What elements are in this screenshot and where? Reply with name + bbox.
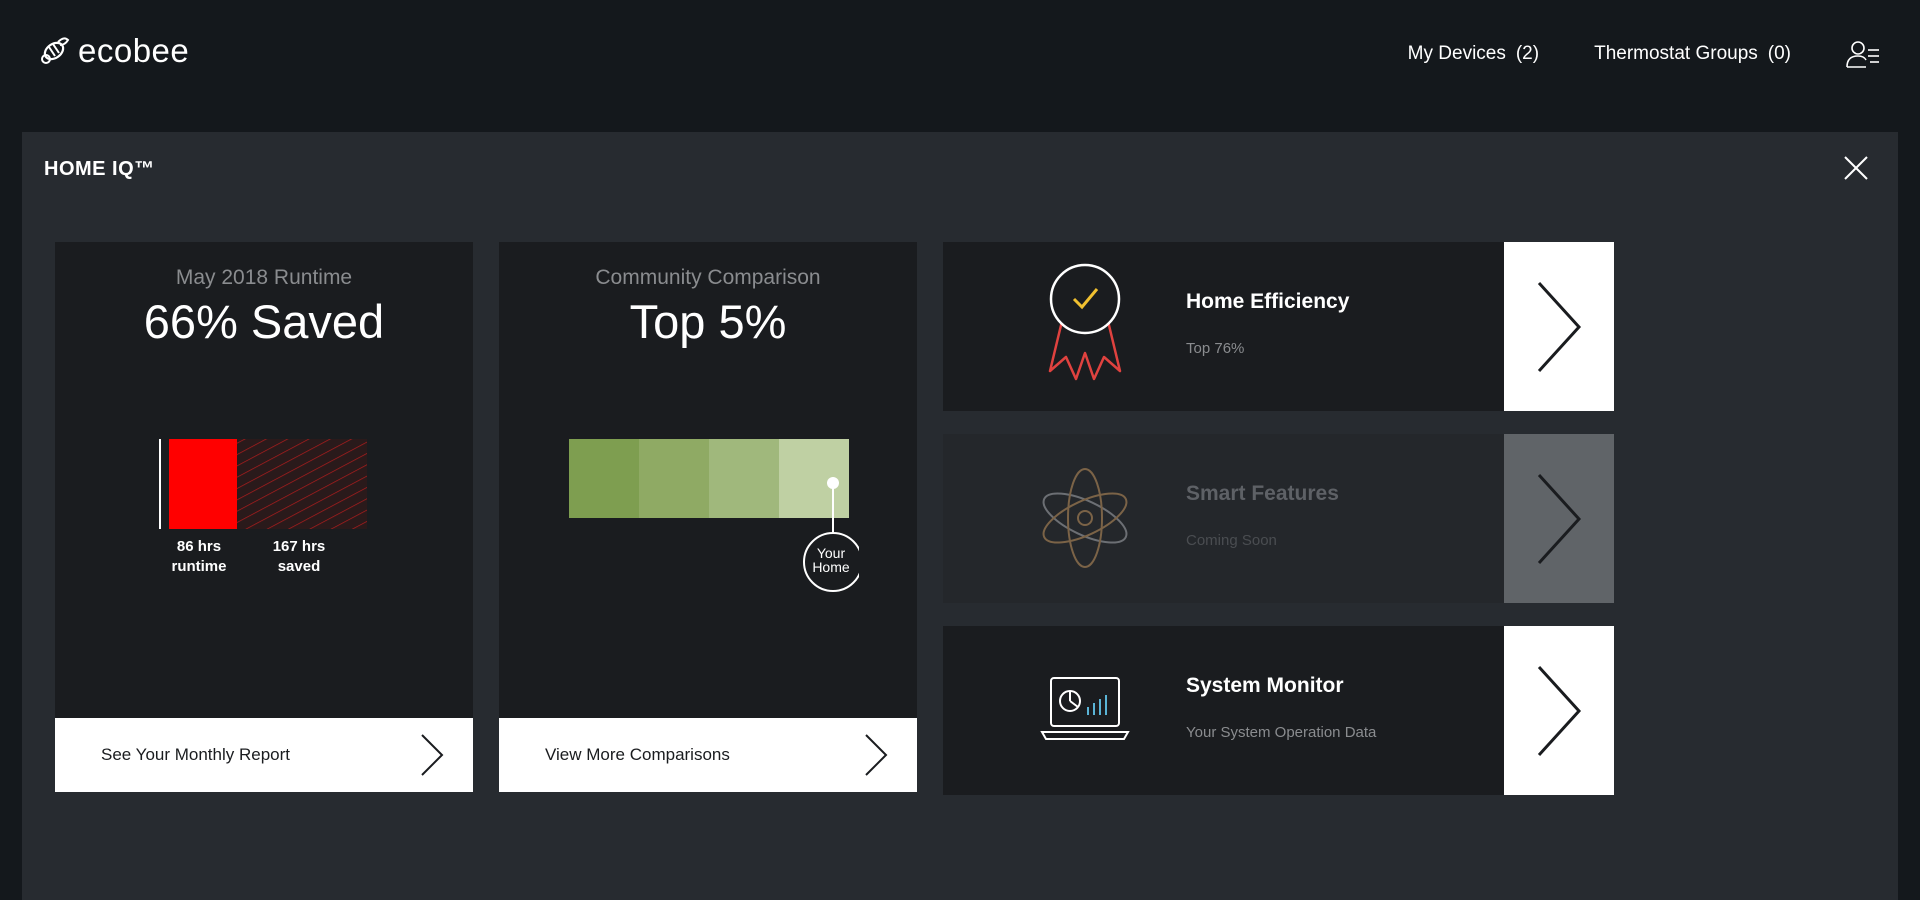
- ecobee-logo[interactable]: ecobee: [38, 32, 189, 70]
- user-menu-icon[interactable]: [1846, 40, 1880, 68]
- system-monitor-row[interactable]: System Monitor Your System Operation Dat…: [943, 626, 1614, 795]
- chevron-right-icon: [1537, 665, 1582, 756]
- community-card-label: Community Comparison: [595, 266, 821, 289]
- thermostat-groups-label: Thermostat Groups: [1594, 43, 1758, 64]
- saved-bar: [237, 439, 367, 529]
- saved-hours-word: saved: [277, 558, 321, 575]
- home-efficiency-arrow-button[interactable]: [1504, 242, 1614, 411]
- brand-name: ecobee: [78, 32, 190, 69]
- thermostat-groups-count: (0): [1767, 43, 1791, 64]
- runtime-hours-label: 86 hrs runtime: [149, 537, 249, 577]
- close-icon[interactable]: [1842, 154, 1870, 182]
- home-iq-panel: HOME IQ™ May 2018 Runtime 66% Saved 86 h…: [22, 132, 1898, 900]
- atom-icon: [1042, 468, 1128, 568]
- community-card: Community Comparison Top 5% Your Home Vi…: [499, 242, 917, 792]
- chevron-right-icon: [421, 734, 444, 776]
- system-monitor-arrow-button[interactable]: [1504, 626, 1614, 795]
- smart-features-subtitle: Coming Soon: [1186, 532, 1277, 549]
- runtime-card-value: 66% Saved: [143, 295, 385, 348]
- saved-hours-label: 167 hrs saved: [249, 537, 349, 577]
- system-monitor-title: System Monitor: [1186, 674, 1344, 697]
- community-card-value: Top 5%: [629, 295, 787, 348]
- my-devices-count: (2): [1515, 43, 1540, 64]
- saved-hours-value: 167 hrs: [272, 538, 326, 555]
- runtime-hours-word: runtime: [171, 558, 227, 575]
- system-monitor-subtitle: Your System Operation Data: [1186, 724, 1377, 741]
- view-comparisons-label: View More Comparisons: [545, 745, 730, 764]
- runtime-hours-value: 86 hrs: [176, 538, 222, 555]
- thermostat-groups-link[interactable]: Thermostat Groups (0): [1594, 43, 1791, 65]
- your-home-line1: Your: [816, 545, 846, 561]
- smart-features-title: Smart Features: [1186, 482, 1339, 505]
- view-comparisons-button[interactable]: View More Comparisons: [499, 718, 917, 792]
- chevron-right-icon: [1537, 473, 1582, 564]
- comparison-segment: [709, 439, 779, 518]
- your-home-label: Your Home: [801, 546, 861, 574]
- home-efficiency-title: Home Efficiency: [1186, 290, 1350, 313]
- smart-features-row[interactable]: Smart Features Coming Soon: [943, 434, 1614, 603]
- chevron-right-icon: [865, 734, 888, 776]
- community-comparison-bar: [569, 439, 859, 592]
- runtime-card-label: May 2018 Runtime: [175, 266, 353, 289]
- award-ribbon-icon: [1048, 263, 1122, 381]
- chevron-right-icon: [1537, 281, 1582, 372]
- bee-icon: [41, 37, 70, 64]
- laptop-chart-icon: [1040, 677, 1130, 740]
- my-devices-link[interactable]: My Devices (2): [1408, 43, 1539, 65]
- home-efficiency-subtitle: Top 76%: [1186, 340, 1245, 357]
- runtime-card: May 2018 Runtime 66% Saved 86 hrs runtim…: [55, 242, 473, 792]
- your-home-line2: Home: [812, 559, 850, 575]
- smart-features-arrow-button[interactable]: [1504, 434, 1614, 603]
- comparison-segment: [779, 439, 849, 518]
- monthly-report-label: See Your Monthly Report: [101, 745, 291, 764]
- panel-title: HOME IQ™: [44, 158, 155, 180]
- runtime-bar: [169, 439, 237, 529]
- home-efficiency-row[interactable]: Home Efficiency Top 76%: [943, 242, 1614, 411]
- main-nav: My Devices (2) Thermostat Groups (0): [1408, 40, 1920, 68]
- top-navigation-bar: ecobee My Devices (2) Thermostat Groups (0…: [0, 0, 1920, 132]
- monthly-report-button[interactable]: See Your Monthly Report: [55, 718, 473, 792]
- comparison-segment: [569, 439, 639, 518]
- my-devices-label: My Devices: [1407, 43, 1506, 64]
- comparison-segment: [639, 439, 709, 518]
- runtime-bar-chart: [159, 439, 367, 529]
